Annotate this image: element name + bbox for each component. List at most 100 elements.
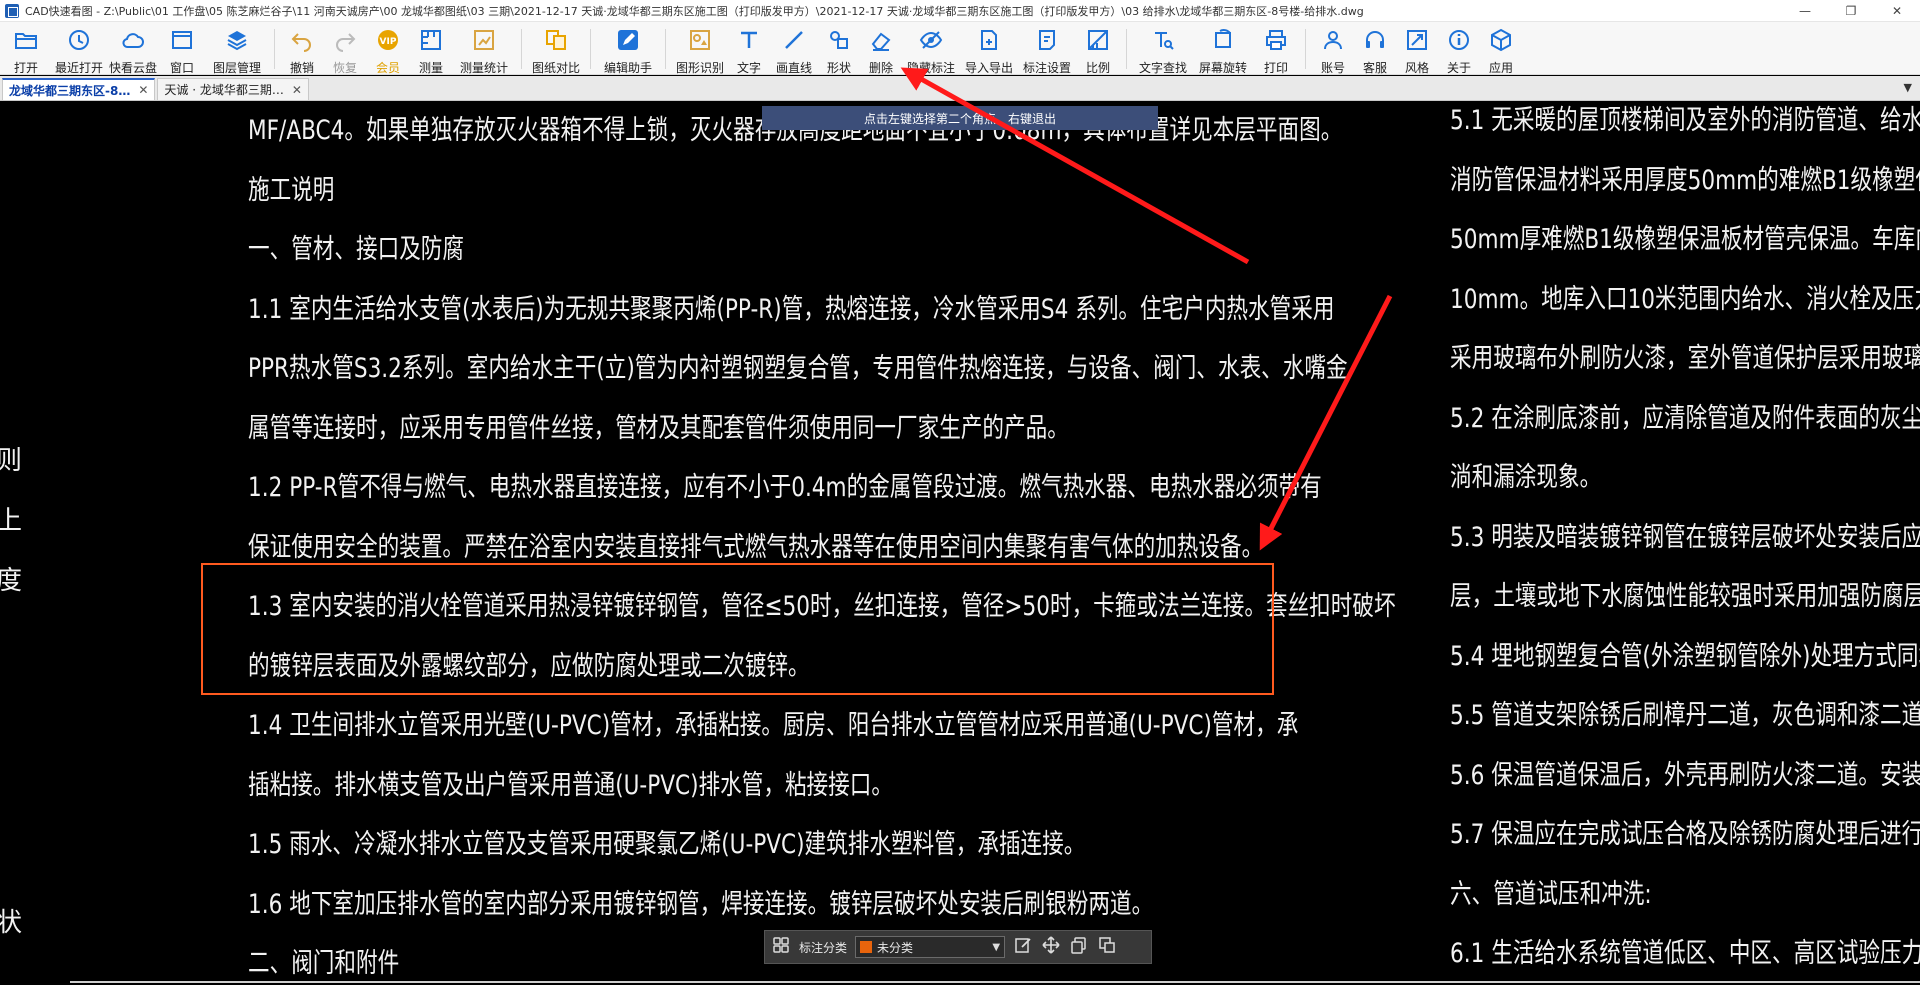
tab-label: 龙域华都三期东区-8… <box>9 83 131 98</box>
title-bar: CAD快速看图 - Z:\Public\01 工作盘\05 陈芝麻烂谷子\11 … <box>0 0 1920 22</box>
text-search-icon <box>1151 28 1175 56</box>
minimize-button[interactable]: — <box>1782 0 1828 22</box>
copy-icon[interactable] <box>1069 935 1089 959</box>
clock-icon <box>67 28 91 56</box>
toolbar-button-label: 测量统计 <box>459 61 508 75</box>
toolbar-button-redo[interactable]: 恢复 <box>323 22 367 75</box>
toolbar-button-edit-assistant[interactable]: 编辑助手 <box>597 22 659 75</box>
headset-icon <box>1363 28 1387 56</box>
toolbar-button-label: 打印 <box>1263 61 1288 75</box>
toolbar-button-annotation-settings[interactable]: 标注设置 <box>1018 22 1076 75</box>
toolbar-button-label: 测量 <box>418 61 443 75</box>
drawing-text-line-right: 5.6 保温管道保温后，外壳再刷防火漆二道。安装参照 <box>1450 759 1920 791</box>
toolbar-button-measure-stats[interactable]: 测量统计 <box>453 22 515 75</box>
measure-icon <box>419 28 443 56</box>
toolbar-button-label: 会员 <box>375 61 400 75</box>
toolbar-button-measure[interactable]: 测量 <box>409 22 453 75</box>
annotation-settings-icon <box>1035 28 1059 56</box>
drawing-text-line-right: 5.2 在涂刷底漆前，应清除管道及附件表面的灰尘、污 <box>1450 402 1920 434</box>
info-icon <box>1447 28 1471 56</box>
drawing-text-line: 属管等连接时，应采用专用管件丝接，管材及其配套管件须使用同一厂家生产的产品。 <box>248 412 1069 444</box>
cloud-icon <box>121 28 145 56</box>
toolbar-button-style[interactable]: 风格 <box>1396 22 1438 75</box>
toolbar-button-label: 删除 <box>868 61 893 75</box>
apps-icon <box>1489 28 1513 56</box>
toolbar-button-import-export[interactable]: 导入导出 <box>960 22 1018 75</box>
toolbar-button-label: 窗口 <box>169 61 194 75</box>
folder-open-icon <box>14 28 38 56</box>
toolbar-button-user[interactable]: 账号 <box>1312 22 1354 75</box>
toolbar-button-label: 文字查找 <box>1138 61 1187 75</box>
toolbar-button-shape-recognize[interactable]: 图形识别 <box>672 22 728 75</box>
toolbar-button-window[interactable]: 窗口 <box>158 22 206 75</box>
vip-icon: VIP <box>376 28 400 56</box>
grid-icon[interactable] <box>771 935 791 959</box>
toolbar-button-clock[interactable]: 最近打开 <box>50 22 108 75</box>
drawing-text-line-right: 5.3 明装及暗装镀锌钢管在镀锌层破坏处安装后应刷银 <box>1450 521 1920 553</box>
drawing-text-fragment: 度 <box>0 566 23 596</box>
scale-icon <box>1086 28 1110 56</box>
toolbar-button-label: 账号 <box>1320 61 1345 75</box>
toolbar-button-compare[interactable]: 图纸对比 <box>528 22 584 75</box>
drawing-text-line: 1.6 地下室加压排水管的室内部分采用镀锌钢管，焊接连接。镀锌层破坏处安装后刷银… <box>248 888 1154 920</box>
toolbar-button-label: 最近打开 <box>54 61 103 75</box>
toolbar-button-label: 导入导出 <box>964 61 1013 75</box>
toolbar-button-line[interactable]: 画直线 <box>770 22 818 75</box>
hide-annotation-icon <box>919 28 943 56</box>
toolbar-button-label: 恢复 <box>332 61 357 75</box>
drawing-text-line: 1.5 雨水、冷凝水排水立管及支管采用硬聚氯乙烯(U-PVC)建筑排水塑料管，承… <box>248 829 1086 860</box>
tab-document-1[interactable]: 龙域华都三期东区-8… ✕ <box>2 78 156 100</box>
toolbar-button-label: 图形识别 <box>675 61 724 75</box>
toolbar-button-label: 屏幕旋转 <box>1198 61 1247 75</box>
command-hint: 点击左键选择第二个角点，右键退出 <box>762 106 1158 130</box>
rectangle-annotation[interactable] <box>201 563 1274 695</box>
measure-stats-icon <box>472 28 496 56</box>
category-label: 标注分类 <box>799 940 848 955</box>
category-select[interactable]: 未分类 ▼ <box>855 936 1006 958</box>
toolbar-button-undo[interactable]: 撤销 <box>281 22 323 75</box>
toolbar-button-hide-annotation[interactable]: 隐藏标注 <box>902 22 960 75</box>
tab-list-dropdown-icon[interactable]: ▼ <box>1904 81 1912 94</box>
close-window-button[interactable]: ✕ <box>1874 0 1920 22</box>
svg-text:VIP: VIP <box>380 37 397 47</box>
drawing-text-line-right: 六、管道试压和冲洗: <box>1450 878 1652 910</box>
toolbar-separator <box>1305 29 1306 69</box>
drawing-text-line-right: 5.1 无采暖的屋顶楼梯间及室外的消防管道、给水管、 <box>1450 105 1920 136</box>
toolbar-button-eraser[interactable]: 删除 <box>860 22 902 75</box>
import-export-icon <box>977 28 1001 56</box>
rotate-icon <box>1211 28 1235 56</box>
toolbar-button-text-search[interactable]: 文字查找 <box>1133 22 1193 75</box>
drawing-text-line: 施工说明 <box>248 174 335 206</box>
drawing-canvas[interactable]: MF/ABC4。如果单独存放灭火器箱不得上锁，灭火器存放高度距地面不宜小于0.0… <box>0 102 1920 985</box>
toolbar-button-info[interactable]: 关于 <box>1438 22 1480 75</box>
drawing-text-line-right: 5.5 管道支架除锈后刷樟丹二道，灰色调和漆二道。 <box>1450 700 1920 731</box>
maximize-button[interactable]: ❐ <box>1828 0 1874 22</box>
toolbar-separator <box>1126 29 1127 69</box>
text-icon <box>737 28 761 56</box>
shape-recognize-icon <box>688 28 712 56</box>
drawing-text-line-right: 采用玻璃布外刷防火漆，室外管道保护层采用玻璃钢薄板 <box>1450 343 1920 374</box>
tab-close-icon[interactable]: ✕ <box>138 83 148 97</box>
toolbar-button-apps[interactable]: 应用 <box>1480 22 1522 75</box>
drawing-text-line: 一、管材、接口及防腐 <box>248 234 464 265</box>
edit-icon[interactable] <box>1013 935 1033 959</box>
toolbar-button-cloud[interactable]: 快看云盘 <box>108 22 158 75</box>
drawing-text-line: 保证使用安全的装置。严禁在浴室内安装直接排气式燃气热水器等在使用空间内集聚有害气… <box>248 531 1264 563</box>
duplicate-icon[interactable] <box>1097 935 1117 959</box>
tab-label: 天诚 · 龙域华都三期… <box>164 83 284 97</box>
toolbar-button-vip[interactable]: VIP 会员 <box>367 22 409 75</box>
toolbar-button-print[interactable]: 打印 <box>1253 22 1299 75</box>
toolbar-button-headset[interactable]: 客服 <box>1354 22 1396 75</box>
toolbar-button-text[interactable]: 文字 <box>728 22 770 75</box>
move-icon[interactable] <box>1041 935 1061 959</box>
toolbar-button-scale[interactable]: 比例 <box>1076 22 1120 75</box>
tab-document-2[interactable]: 天诚 · 龙域华都三期… ✕ <box>157 78 309 100</box>
window-title: CAD快速看图 - Z:\Public\01 工作盘\05 陈芝麻烂谷子\11 … <box>25 4 1364 18</box>
drawing-text-line-right: 5.4 埋地钢塑复合管(外涂塑钢管除外)处理方式同埋 <box>1450 640 1920 672</box>
toolbar-button-folder-open[interactable]: 打开 <box>2 22 50 75</box>
toolbar-button-layers[interactable]: 图层管理 <box>206 22 268 75</box>
tab-close-icon[interactable]: ✕ <box>292 83 302 97</box>
toolbar-button-shape[interactable]: 形状 <box>818 22 860 75</box>
toolbar-button-rotate[interactable]: 屏幕旋转 <box>1193 22 1253 75</box>
drawing-text-fragment: 上 <box>0 506 23 536</box>
